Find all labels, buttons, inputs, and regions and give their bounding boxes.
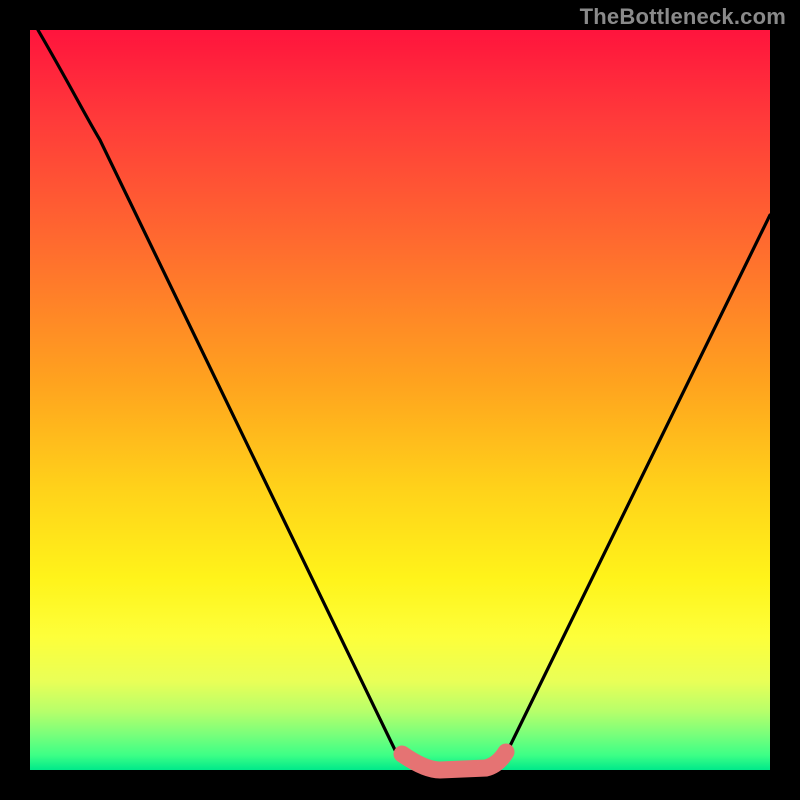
chart-frame: TheBottleneck.com: [0, 0, 800, 800]
curve-layer: [30, 30, 770, 770]
bottleneck-curve: [38, 30, 770, 770]
trough-highlight: [402, 752, 506, 770]
plot-area: [30, 30, 770, 770]
watermark-text: TheBottleneck.com: [580, 4, 786, 30]
